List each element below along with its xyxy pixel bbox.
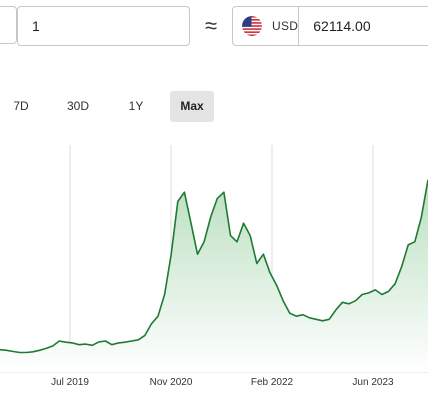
to-currency-code: USD	[272, 19, 299, 33]
x-tick-label: Feb 2022	[251, 377, 294, 388]
us-flag-icon	[242, 16, 262, 36]
range-tab-1y[interactable]: 1Y	[116, 91, 156, 122]
currency-converter-widget: ≈	[0, 0, 428, 400]
price-history-chart: Jul 2019 Nov 2020 Feb 2022 Jun 2023	[0, 145, 428, 388]
range-tab-30d[interactable]: 30D	[55, 91, 101, 122]
to-currency-selector[interactable]: USD	[233, 7, 300, 45]
x-tick-label: Jul 2019	[51, 377, 89, 388]
converted-value-field[interactable]	[299, 7, 428, 45]
range-tab-max[interactable]: Max	[170, 91, 214, 122]
x-tick-label: Nov 2020	[150, 377, 193, 388]
approx-equal-symbol: ≈	[204, 13, 218, 38]
range-tab-7d[interactable]: 7D	[0, 91, 42, 122]
to-currency-group: USD	[232, 6, 428, 46]
from-currency-selector[interactable]	[0, 6, 17, 44]
x-tick-label: Jun 2023	[352, 377, 394, 388]
amount-input[interactable]	[17, 6, 190, 46]
